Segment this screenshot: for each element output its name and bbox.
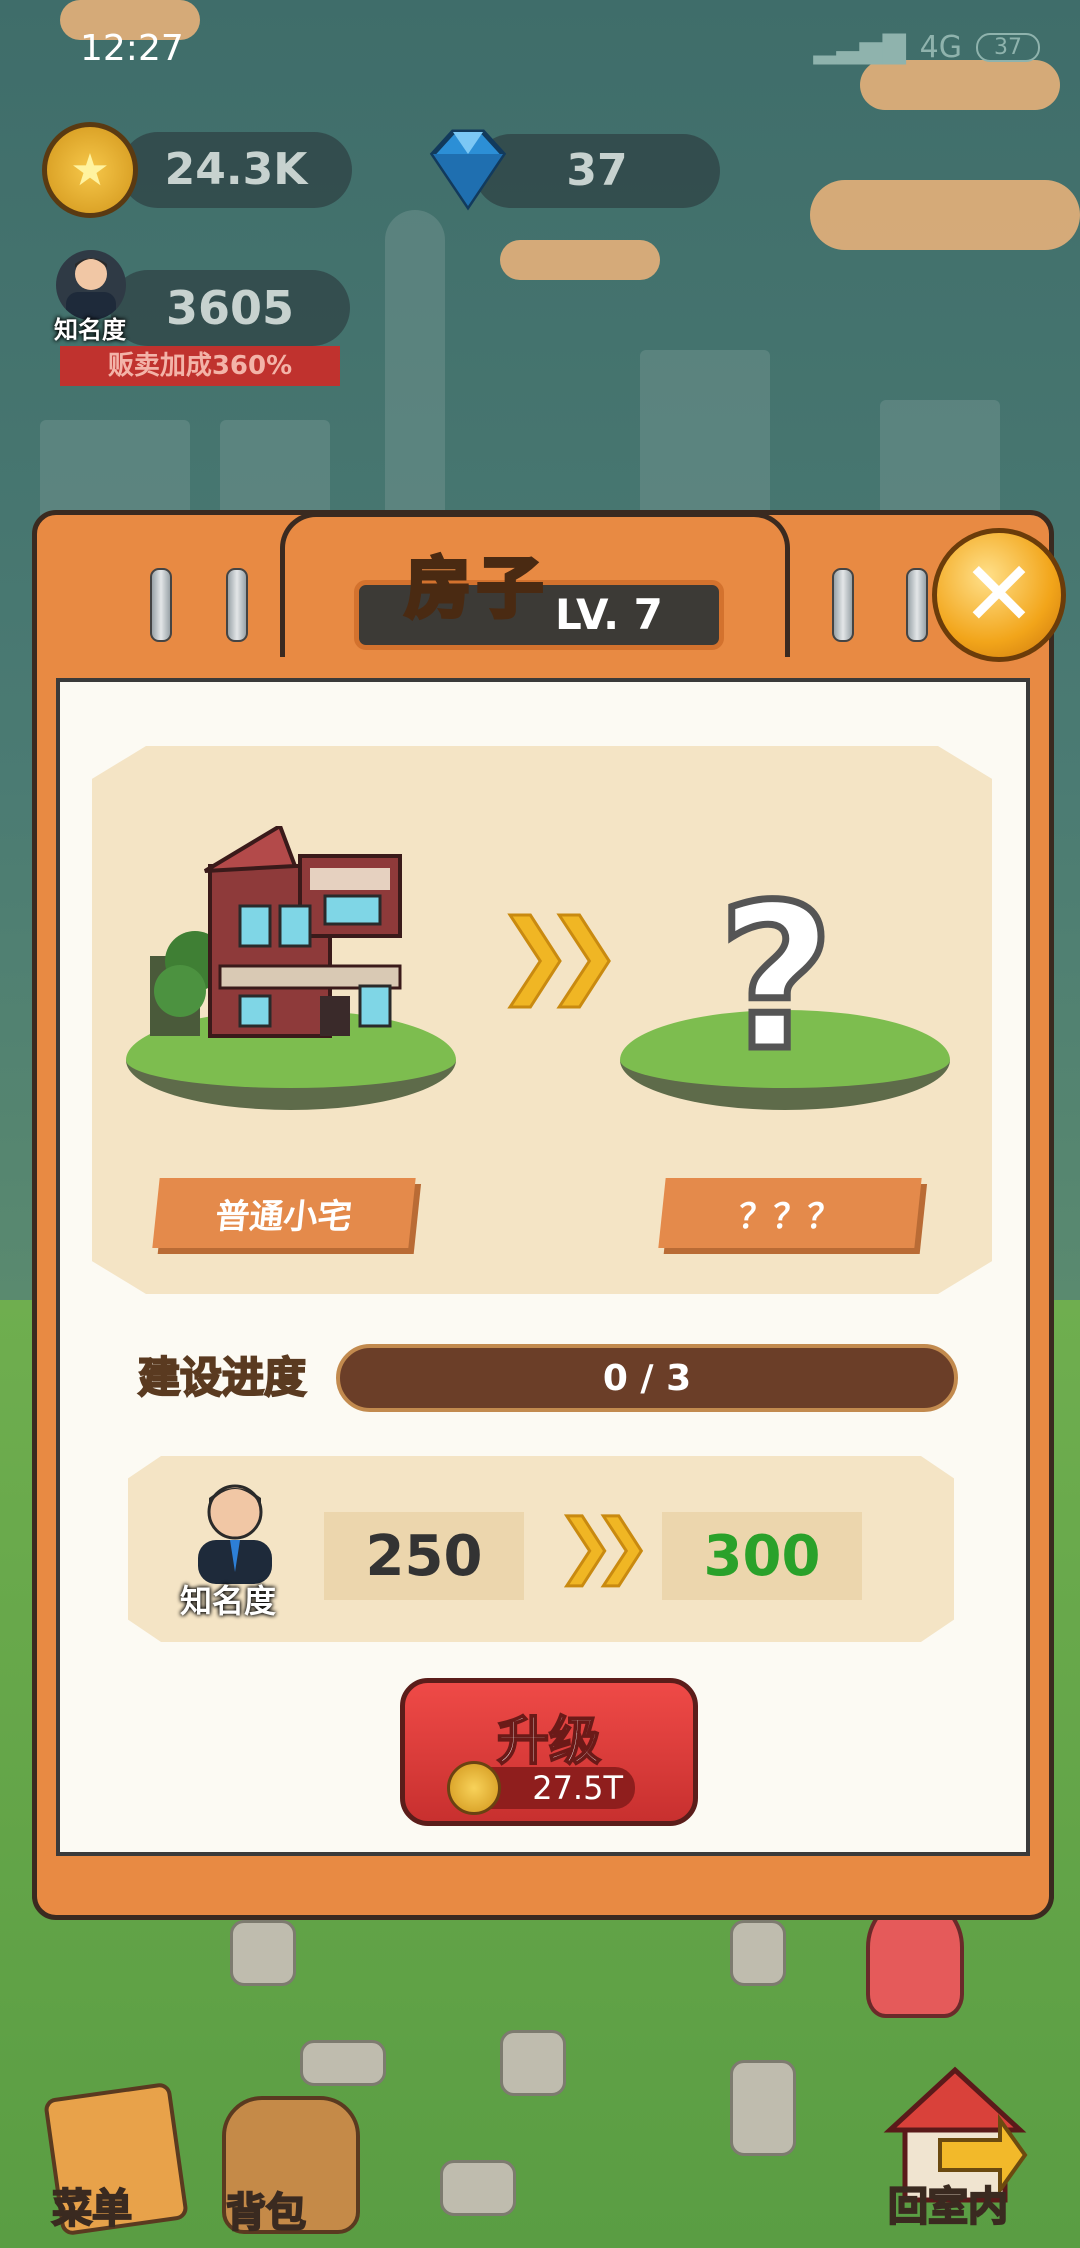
construction-progress-bar: 0 / 3	[336, 1344, 958, 1412]
status-time: 12:27	[80, 28, 184, 69]
sales-bonus-ribbon: 贩卖加成360%	[60, 346, 340, 386]
go-indoors-button[interactable]: 回室内	[887, 2174, 1009, 2232]
building-level: LV. 7	[555, 590, 663, 639]
close-button[interactable]: ✕	[932, 528, 1066, 662]
upgrade-label: 升级	[496, 1711, 602, 1773]
fame-counter[interactable]: 3605	[110, 270, 350, 346]
question-mark-icon: ?	[714, 859, 837, 1099]
cloud	[500, 240, 660, 280]
path-stone	[730, 2060, 796, 2156]
fame-change-label: 知名度	[180, 1582, 277, 1620]
close-icon: ✕	[961, 542, 1037, 647]
fame-avatar-icon	[198, 1484, 272, 1584]
binder-ring	[150, 568, 172, 642]
cloud	[810, 180, 1080, 250]
coin-counter[interactable]: 24.3K	[120, 132, 352, 208]
path-stone	[230, 1920, 296, 1986]
chevron-right-icon: ❯❯	[494, 899, 623, 1009]
bag-button[interactable]: 背包	[225, 2180, 307, 2238]
network-type: 4G	[919, 30, 962, 65]
upgrade-button[interactable]: 升级 27.5T	[400, 1678, 698, 1826]
cloud	[860, 60, 1060, 110]
path-stone	[440, 2160, 516, 2216]
upgrade-cost-value: 27.5T	[532, 1769, 623, 1807]
path-stone	[500, 2030, 566, 2096]
fame-icon-label: 知名度	[54, 316, 126, 344]
binder-ring	[906, 568, 928, 642]
current-building-name: 普通小宅	[152, 1178, 416, 1248]
house-image	[150, 826, 402, 1038]
next-building-name: ？？？	[658, 1178, 922, 1248]
battery-level: 37	[976, 33, 1040, 62]
status-indicators: ▂▃▅▇ 4G 37	[813, 30, 1040, 65]
coin-icon: ★	[42, 122, 138, 218]
fame-current-value: 250	[324, 1512, 524, 1600]
chevron-right-icon: ❯❯	[554, 1503, 652, 1588]
binder-ring	[832, 568, 854, 642]
progress-label: 建设进度	[137, 1352, 307, 1403]
fame-next-value: 300	[662, 1512, 862, 1600]
binder-ring	[226, 568, 248, 642]
dialog-title: 房子	[403, 548, 549, 629]
path-stone	[730, 1920, 786, 1986]
signal-icon: ▂▃▅▇	[813, 30, 906, 65]
gem-icon	[429, 129, 507, 211]
menu-button[interactable]: 菜单	[51, 2176, 133, 2234]
path-stone	[300, 2040, 386, 2086]
coin-icon	[447, 1761, 501, 1815]
upgrade-cost: 27.5T	[447, 1761, 635, 1815]
